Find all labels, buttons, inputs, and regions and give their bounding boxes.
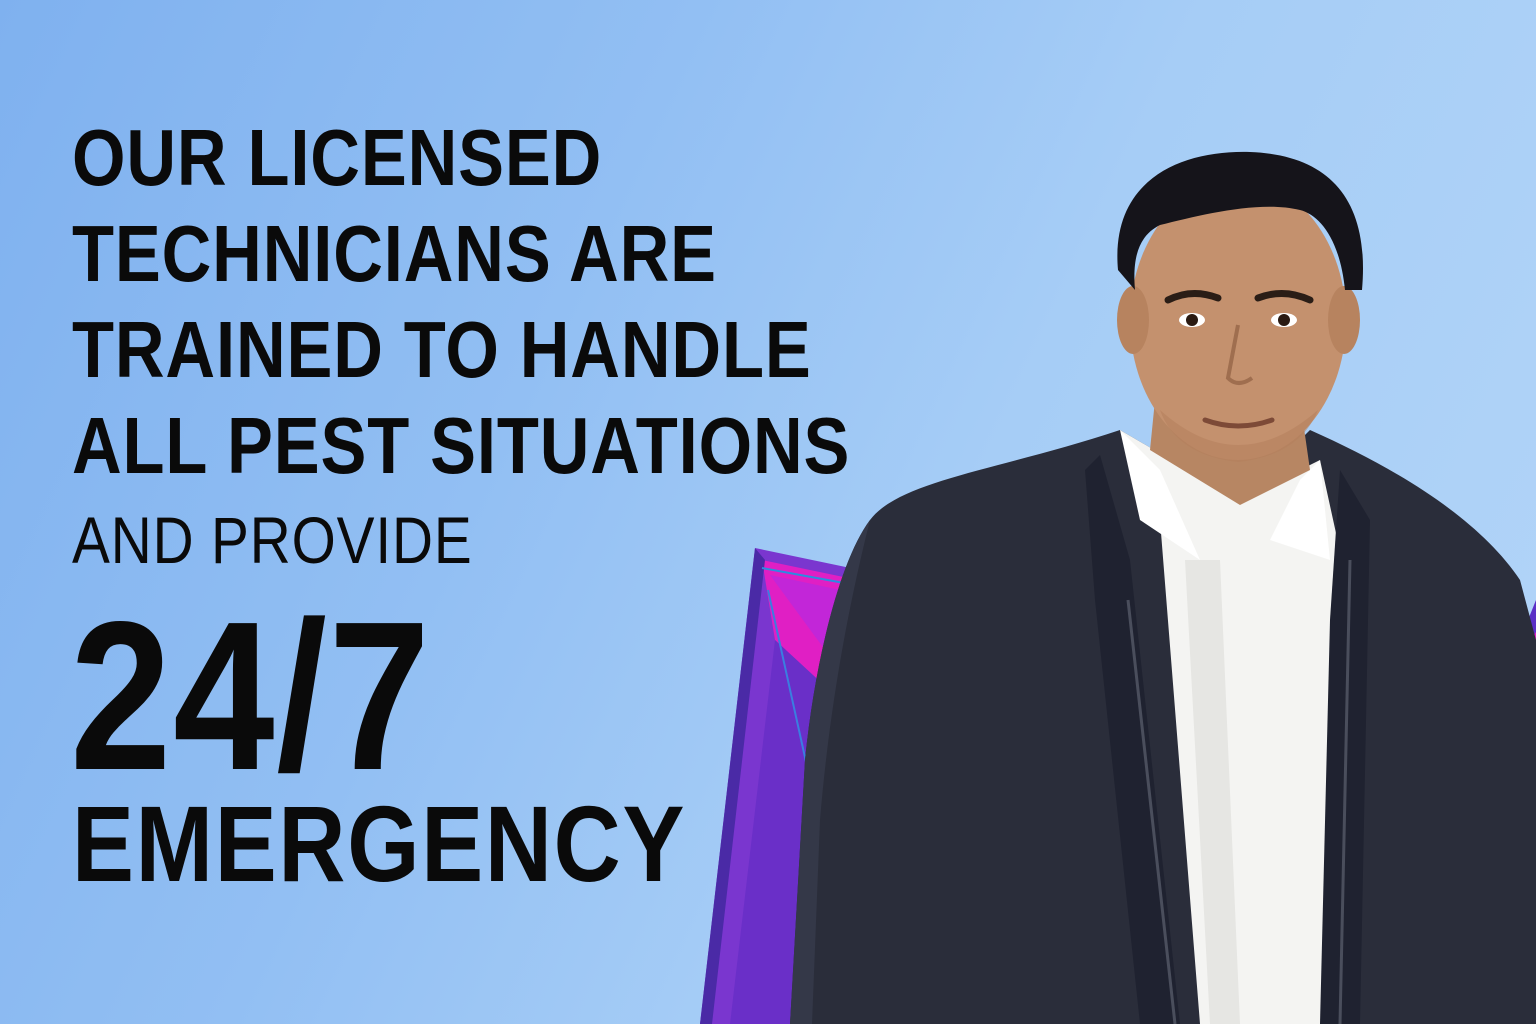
headline-line-3: TRAINED TO HANDLE	[72, 305, 812, 394]
highlight-number: 24/7	[70, 577, 432, 814]
headline-line-1: OUR LICENSED	[72, 113, 603, 202]
headline: OUR LICENSED TECHNICIANS ARE TRAINED TO …	[72, 110, 992, 494]
headline-line-4: ALL PEST SITUATIONS	[72, 401, 851, 490]
headline-line-2: TECHNICIANS ARE	[72, 209, 717, 298]
subheadline: AND PROVIDE	[72, 503, 473, 577]
ad-banner: OUR LICENSED TECHNICIANS ARE TRAINED TO …	[0, 0, 1536, 1024]
highlight-word: EMERGENCY	[72, 783, 687, 904]
